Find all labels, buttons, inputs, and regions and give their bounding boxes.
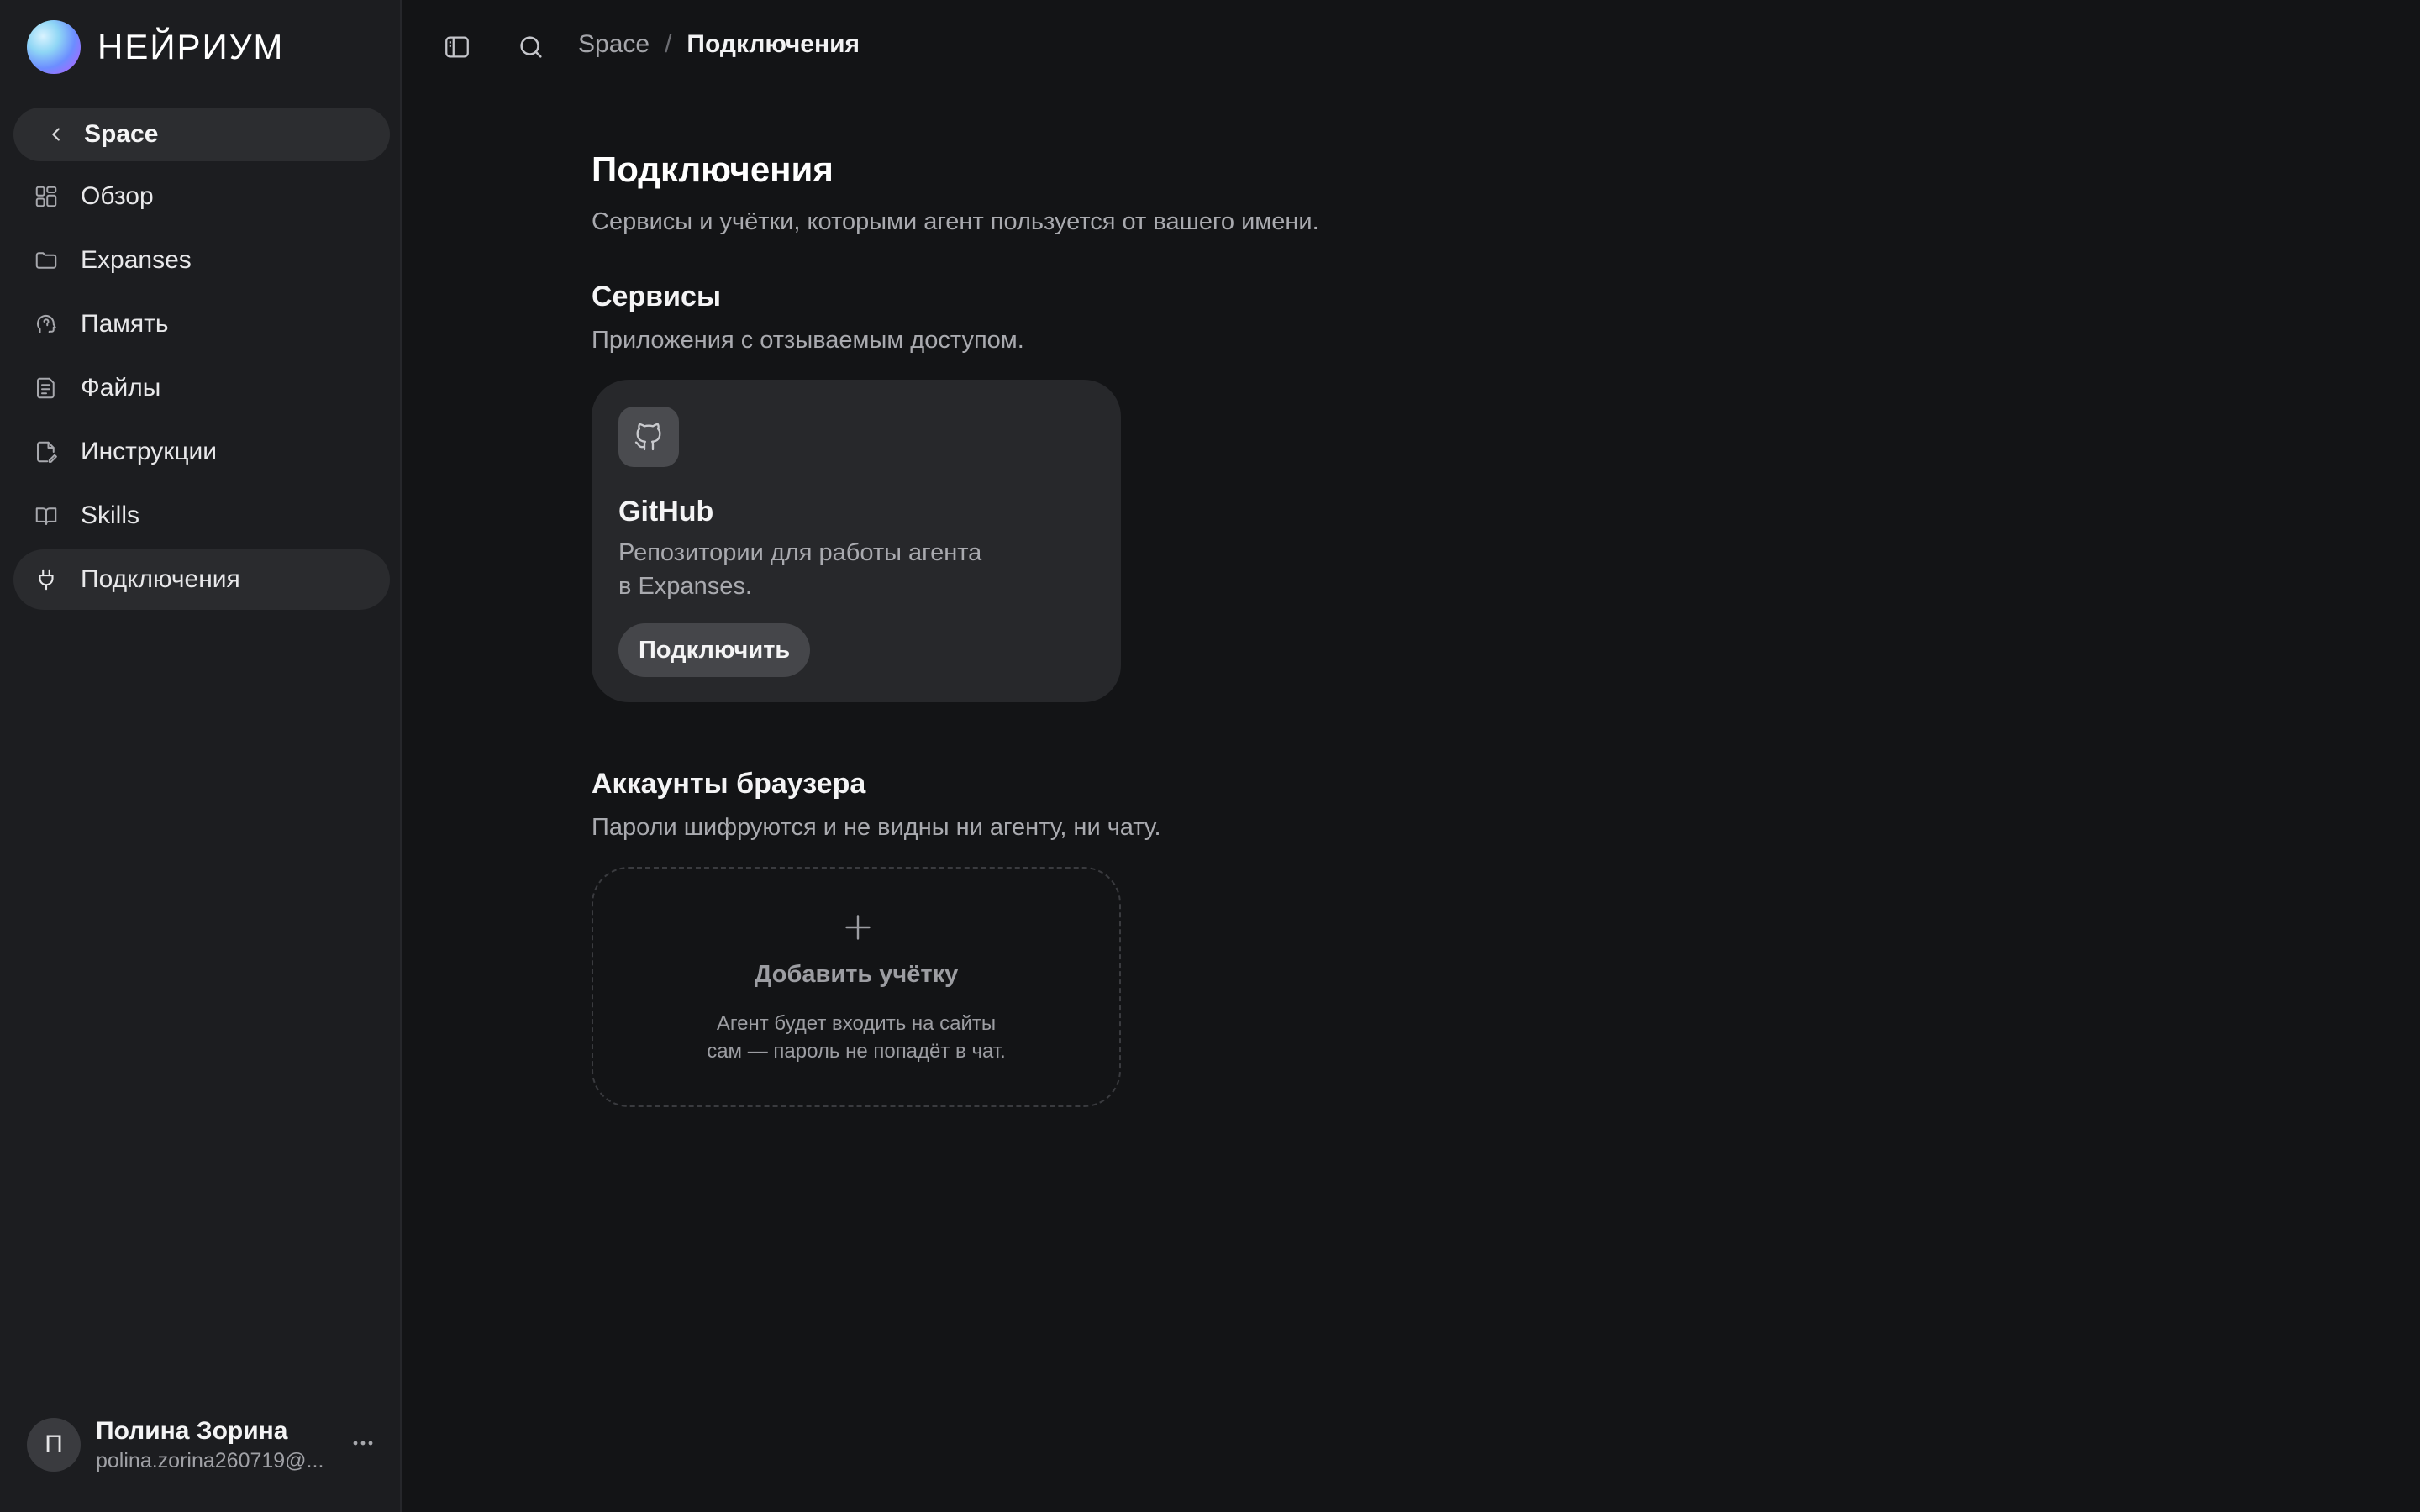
grid-icon [32,182,60,211]
document-icon [32,374,60,402]
page-subtitle: Сервисы и учётки, которыми агент пользуе… [592,208,1319,235]
sidebar-item-label: Skills [81,501,140,529]
user-profile[interactable]: П Полина Зорина polina.zorina260719@... [27,1416,380,1473]
sidebar-item-memory[interactable]: Память [13,294,390,354]
edit-document-icon [32,438,60,466]
brand[interactable]: НЕЙРИУМ [27,20,284,74]
user-name: Полина Зорина [96,1416,288,1445]
user-email: polina.zorina260719@... [96,1448,324,1473]
card-description-line: в Expanses. [618,573,752,600]
book-icon [32,501,60,530]
add-account-description: Агент будет входить на сайты сам — парол… [593,1010,1119,1065]
app-root: НЕЙРИУМ Space Обзор Expanses Память Файл… [0,0,2420,1512]
page-title: Подключения [592,150,834,189]
connect-button[interactable]: Подключить [618,623,811,677]
topbar: Space / Подключения [403,0,2420,94]
sidebar-item-label: Инструкции [81,438,218,465]
browser-accounts-title: Аккаунты браузера [592,768,866,800]
sidebar-item-label: Файлы [81,374,161,402]
card-title: GitHub [618,496,714,528]
sidebar-item-files[interactable]: Файлы [13,358,390,418]
sidebar-item-instructions[interactable]: Инструкции [13,422,390,482]
brand-logo [27,20,81,74]
add-account-card[interactable]: Добавить учётку Агент будет входить на с… [592,867,1121,1107]
sidebar-item-expanses[interactable]: Expanses [13,230,390,291]
brain-head-icon [32,310,60,339]
folder-icon [32,246,60,275]
sidebar-item-label: Подключения [81,565,240,593]
main-content: Подключения Сервисы и учётки, которыми а… [592,150,1768,1107]
avatar: П [27,1418,81,1472]
sidebar-item-connections[interactable]: Подключения [13,549,390,610]
search-icon[interactable] [514,30,548,64]
github-icon [618,407,679,467]
sidebar-item-label: Expanses [81,246,192,274]
browser-accounts-subtitle: Пароли шифруются и не видны ни агенту, н… [592,814,1161,841]
sidebar-item-skills[interactable]: Skills [13,486,390,546]
add-account-description-line: Агент будет входить на сайты [716,1012,997,1035]
services-section: Сервисы Приложения с отзываемым доступом… [592,281,1024,354]
github-service-card: GitHub Репозитории для работы агента в E… [592,380,1121,702]
browser-accounts-section: Аккаунты браузера Пароли шифруются и не … [592,768,1161,842]
more-options-icon[interactable] [346,1426,380,1460]
breadcrumb-current: Подключения [687,30,860,58]
sidebar-back-label: Space [84,120,159,148]
sidebar: НЕЙРИУМ Space Обзор Expanses Память Файл… [0,0,402,1512]
plus-icon [845,915,871,940]
breadcrumb-root[interactable]: Space [578,30,650,59]
sidebar-item-label: Обзор [81,182,154,210]
card-description: Репозитории для работы агента в Expanses… [618,536,1055,603]
sidebar-item-label: Память [81,310,169,338]
services-subtitle: Приложения с отзываемым доступом. [592,327,1024,354]
add-account-description-line: сам — пароль не попадёт в чат. [707,1040,1006,1063]
sidebar-toggle-icon[interactable] [440,30,474,64]
breadcrumb-separator: / [665,30,672,58]
services-title: Сервисы [592,281,721,312]
breadcrumb: Space / Подключения [578,30,860,59]
add-account-title: Добавить учётку [754,961,959,988]
card-description-line: Репозитории для работы агента [618,539,982,566]
sidebar-nav: Обзор Expanses Память Файлы Инструкции S… [13,166,390,613]
plug-icon [32,565,60,594]
brand-name: НЕЙРИУМ [97,27,285,66]
chevron-left-icon [52,128,60,141]
sidebar-back-space[interactable]: Space [13,108,390,161]
sidebar-item-overview[interactable]: Обзор [13,166,390,227]
